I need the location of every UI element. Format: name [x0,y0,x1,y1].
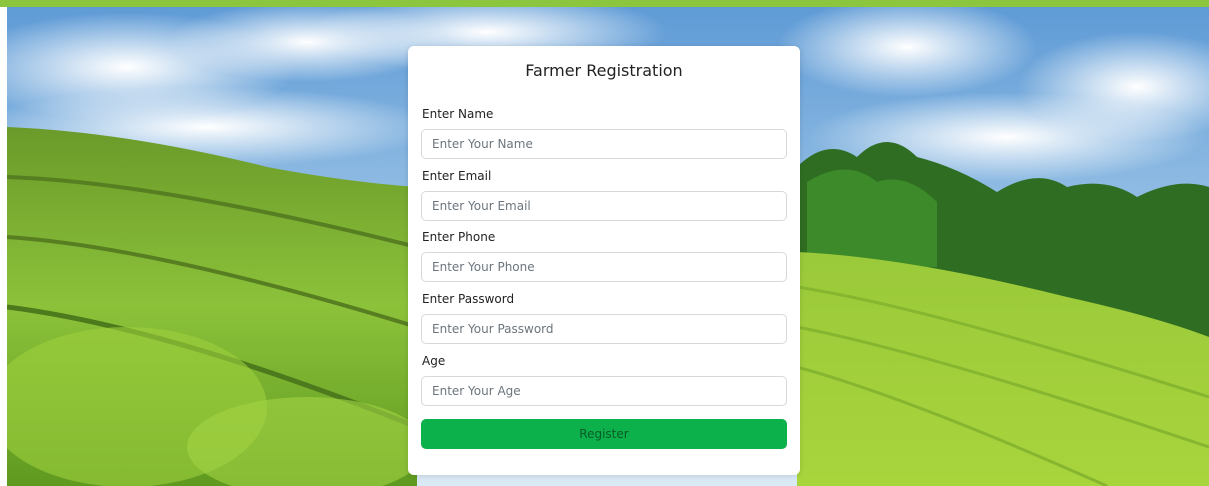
page: Farmer Registration Enter Name Enter Ema… [0,0,1209,486]
form-title: Farmer Registration [525,61,683,80]
phone-input[interactable] [421,252,787,282]
top-accent-bar [0,0,1209,7]
email-label: Enter Email [422,169,492,183]
registration-card: Farmer Registration Enter Name Enter Ema… [408,46,800,475]
password-label: Enter Password [422,292,515,306]
age-input[interactable] [421,376,787,406]
phone-label: Enter Phone [422,230,496,244]
name-input[interactable] [421,129,787,159]
password-input[interactable] [421,314,787,344]
register-button[interactable]: Register [421,419,787,449]
age-label: Age [422,354,446,368]
email-input[interactable] [421,191,787,221]
name-label: Enter Name [422,107,494,121]
